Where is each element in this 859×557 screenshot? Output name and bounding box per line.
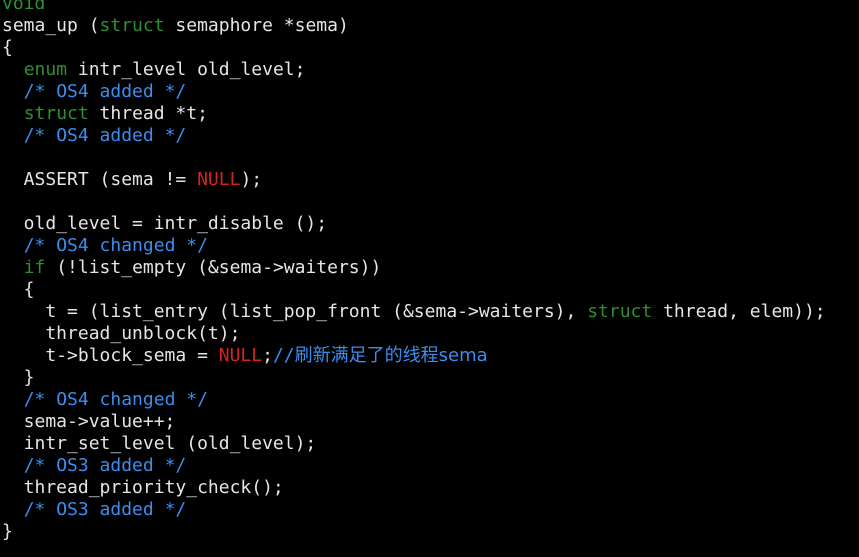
code-line: t->block_sema = NULL;//刷新满足了的线程sema xyxy=(0,345,859,367)
code-text: intr_set_level (old_level); xyxy=(2,433,317,454)
code-line: thread_unblock(t); xyxy=(0,323,859,345)
code-text: sema_up ( xyxy=(2,15,100,36)
code-comment: /* OS3 added */ xyxy=(23,499,187,520)
code-comment: /* OS4 changed */ xyxy=(23,389,208,410)
code-line: } xyxy=(0,367,859,389)
code-line: intr_set_level (old_level); xyxy=(0,433,859,455)
code-constant: NULL xyxy=(197,169,241,190)
code-line: if (!list_empty (&sema->waiters)) xyxy=(0,257,859,279)
code-line: { xyxy=(0,37,859,59)
code-text: { xyxy=(2,279,35,300)
code-line: /* OS3 added */ xyxy=(0,499,859,521)
code-line: thread_priority_check(); xyxy=(0,477,859,499)
code-line: /* OS4 changed */ xyxy=(0,235,859,257)
code-text: } xyxy=(2,367,35,388)
code-constant: NULL xyxy=(218,345,263,366)
code-comment: // xyxy=(272,345,295,366)
code-line: enum intr_level old_level; xyxy=(0,59,859,81)
code-comment: /* OS4 added */ xyxy=(23,81,187,102)
code-line: t = (list_entry (list_pop_front (&sema->… xyxy=(0,301,859,323)
code-comment: /* OS3 added */ xyxy=(23,455,187,476)
code-keyword: void xyxy=(2,0,46,14)
code-text: ; xyxy=(262,345,273,366)
code-text: t->block_sema = xyxy=(2,345,219,366)
code-line: sema->value++; xyxy=(0,411,859,433)
code-line: old_level = intr_disable (); xyxy=(0,213,859,235)
code-line: /* OS4 changed */ xyxy=(0,389,859,411)
code-comment: sema xyxy=(438,345,488,366)
code-line: ASSERT (sema != NULL); xyxy=(0,169,859,191)
code-line: /* OS4 added */ xyxy=(0,81,859,103)
code-keyword: struct xyxy=(23,103,89,124)
terminal-code-view[interactable]: void sema_up (struct semaphore *sema){ en… xyxy=(0,0,859,557)
code-text: old_level = intr_disable (); xyxy=(2,213,328,234)
code-line: void xyxy=(0,0,859,15)
code-text: thread_priority_check(); xyxy=(2,477,284,498)
code-text: ); xyxy=(240,169,263,190)
code-keyword: enum xyxy=(23,59,68,80)
code-text: (!list_empty (&sema->waiters)) xyxy=(45,257,382,278)
code-comment: /* OS4 changed */ xyxy=(23,235,208,256)
code-text: thread *t; xyxy=(88,103,208,124)
code-comment: 刷新满足了的线程 xyxy=(294,345,439,366)
code-text: t = (list_entry (list_pop_front (&sema->… xyxy=(2,301,588,322)
code-text: semaphore *sema) xyxy=(164,15,349,36)
code-line: struct thread *t; xyxy=(0,103,859,125)
code-text: intr_level old_level; xyxy=(67,59,306,80)
code-line: /* OS4 added */ xyxy=(0,125,859,147)
code-comment: /* OS4 added */ xyxy=(23,125,187,146)
code-line: } xyxy=(0,521,859,543)
code-text: sema->value++; xyxy=(2,411,176,432)
code-line: sema_up (struct semaphore *sema) xyxy=(0,15,859,37)
code-keyword: if xyxy=(23,257,46,278)
code-text: thread, elem)); xyxy=(652,301,826,322)
code-text: ASSERT (sema != xyxy=(2,169,198,190)
code-text: { xyxy=(2,37,13,58)
code-text: thread_unblock(t); xyxy=(2,323,241,344)
code-keyword: struct xyxy=(99,15,165,36)
code-text: } xyxy=(2,521,13,542)
code-keyword: struct xyxy=(587,301,653,322)
code-line: /* OS3 added */ xyxy=(0,455,859,477)
code-line: { xyxy=(0,279,859,301)
